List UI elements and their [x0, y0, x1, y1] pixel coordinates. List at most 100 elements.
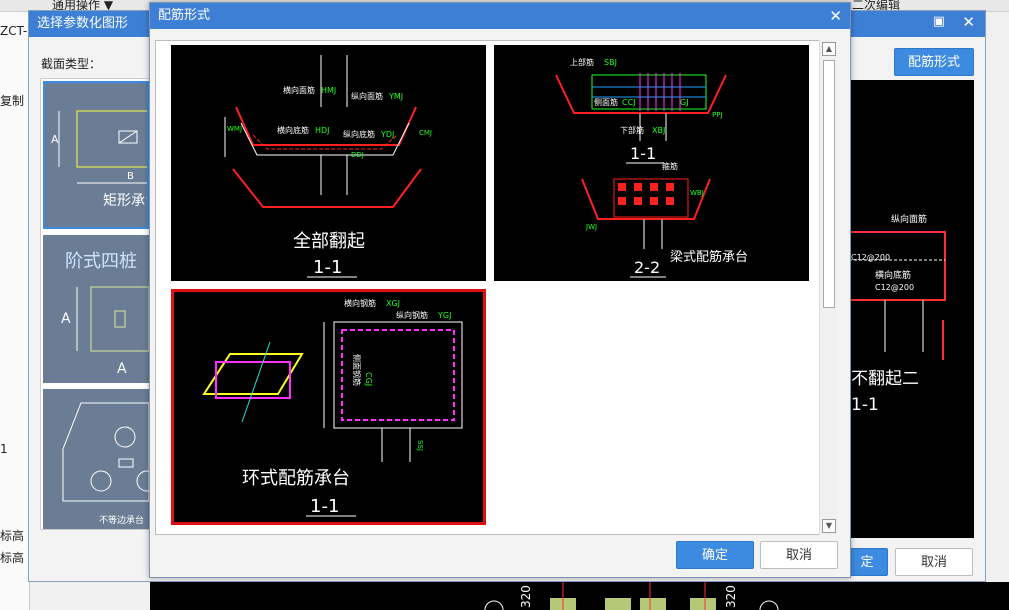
code-ssj: SSJ [416, 440, 424, 451]
rebar-dialog-title-text: 配筋形式 [158, 8, 211, 23]
bottom-dim-label: 320 [724, 585, 738, 608]
section-outline [232, 168, 422, 208]
option-beam-type-drawing: 上部筋 SBJ 侧面筋 CCJ 下部筋 XBJ GJ PPJ 1-1 箍筋 WB… [555, 57, 748, 278]
code-cmj: CMJ [419, 129, 432, 137]
right-text: 横向底筋 [875, 269, 911, 281]
param-preview-canvas: 纵向面筋 横向底筋 C12@200 C12@200 不翻起二 1-1 [849, 80, 974, 538]
thumb-rect-cap[interactable]: A B 矩形承台 [43, 81, 149, 229]
beam-outline [555, 74, 727, 114]
axis-bubble-right [759, 600, 779, 610]
cad-bottom-strip: 320 320 [484, 582, 779, 610]
thumb-unequal-cap[interactable]: 不等边承台 [43, 389, 149, 529]
left-row-elevation-2: 标高 [0, 551, 25, 565]
code-top: SBJ [604, 58, 617, 67]
param-cancel-button[interactable]: 取消 [895, 548, 973, 576]
code-jwj: JWJ [585, 223, 597, 231]
scroll-up-icon[interactable]: ▲ [822, 42, 836, 56]
option-caption: 梁式配筋承台 [670, 249, 748, 265]
label-stirrup: 箍筋 [662, 161, 678, 171]
dim-a-label: A [51, 133, 59, 146]
option-beam-type[interactable]: 上部筋 SBJ 侧面筋 CCJ 下部筋 XBJ GJ PPJ 1-1 箍筋 WB… [494, 45, 809, 281]
pile-circle [136, 470, 149, 492]
code-wbj: WBJ [690, 189, 704, 197]
thumb-label: 不等边承台 [99, 514, 144, 526]
column-block [640, 598, 666, 610]
pile-circle [114, 426, 136, 448]
section-b: 2-2 [634, 258, 660, 277]
option-all-bent-up[interactable]: 横向面筋 HMJ 纵向面筋 YMJ 横向底筋 HDJ 纵向底筋 YDJ CMJ … [171, 45, 486, 281]
code-bot-h: HDJ [315, 126, 330, 135]
option-caption: 环式配筋承台 [242, 468, 350, 489]
option-section: 1-1 [310, 496, 339, 517]
section-outline [581, 178, 711, 220]
axis-bubble-left [484, 600, 504, 610]
right-caption: 不翻起二 [851, 369, 919, 389]
option-section: 1-1 [313, 257, 342, 278]
code-top-v: YMJ [388, 92, 403, 101]
stepped-cap-preview: 阶式四桩 A A [61, 251, 149, 377]
code-bot-v: YDJ [380, 130, 394, 139]
section-a: 1-1 [630, 144, 656, 163]
label-side: 侧面筋 [594, 97, 618, 107]
cad-drawing-bottom: 320 320 [150, 582, 1009, 610]
option-ring-type[interactable]: 横向钢筋 XGJ 纵向钢筋 YGJ 侧面钢筋 CGJ SSJ 环式配筋承台 1-… [171, 289, 486, 525]
scroll-down-icon[interactable]: ▼ [822, 519, 836, 533]
code-side: CCJ [622, 98, 636, 107]
close-icon[interactable]: ✕ [829, 3, 842, 29]
code-ddj: DDJ [351, 151, 364, 159]
left-row-elevation-1: 标高 [0, 529, 25, 543]
thumb-stepped-four-pile[interactable]: 阶式四桩 A A [43, 235, 149, 383]
rect-outline [76, 110, 147, 168]
rebar-dots [618, 183, 674, 205]
label-top: 上部筋 [570, 57, 594, 67]
label-hx: 横向钢筋 [344, 298, 376, 308]
stirrup-group [639, 73, 681, 111]
code-wmj: WMJ [227, 125, 242, 133]
code-hx: XGJ [386, 299, 400, 308]
rebar-dialog-title: 配筋形式 ✕ [150, 3, 850, 29]
param-ok-button[interactable]: 定 [846, 548, 888, 576]
param-preview-drawing: 纵向面筋 横向底筋 C12@200 C12@200 不翻起二 1-1 [849, 213, 946, 415]
label-top-h: 横向面筋 [283, 85, 315, 95]
unequal-cap-preview: 不等边承台 [62, 402, 149, 526]
label-zx: 纵向钢筋 [396, 310, 428, 320]
code-top-h: HMJ [321, 86, 336, 95]
outer-step [90, 286, 149, 352]
dim-a2-label: A [117, 361, 127, 377]
bottom-dim-label: 320 [519, 585, 533, 608]
option-all-bent-up-drawing: 横向面筋 HMJ 纵向面筋 YMJ 横向底筋 HDJ 纵向底筋 YDJ CMJ … [224, 55, 432, 278]
copy-button[interactable]: 复制 [0, 92, 24, 109]
dim-b-label: B [127, 171, 134, 182]
thumb-label: 阶式四桩 [65, 251, 137, 272]
close-icon[interactable]: ✕ [962, 13, 975, 31]
label-bot-h: 横向底筋 [277, 125, 309, 135]
hatch-line [118, 130, 138, 144]
thumb-label: 矩形承台 [103, 193, 149, 209]
label-cm: 侧面钢筋 [352, 354, 362, 386]
confirm-button[interactable]: 确定 [676, 541, 754, 569]
option-grid-scrollbar[interactable]: ▲ ▼ [819, 40, 837, 535]
ring-plane [202, 353, 304, 395]
bottom-rebar [252, 134, 398, 150]
right-text: 纵向面筋 [891, 213, 927, 225]
right-section: 1-1 [851, 395, 879, 415]
code-cm: CGJ [364, 372, 373, 386]
column-block [605, 598, 631, 610]
label-top-v: 纵向面筋 [351, 91, 383, 101]
scroll-thumb[interactable] [823, 60, 835, 308]
section-type-label: 截面类型： [41, 57, 102, 71]
label-bot-v: 纵向底筋 [343, 129, 375, 139]
label-bottom: 下部筋 [620, 125, 644, 135]
code-stirrup: GJ [680, 98, 689, 107]
dim-a-label: A [61, 311, 71, 327]
cancel-button[interactable]: 取消 [760, 541, 838, 569]
app-left-panel: ZCT-1 复制 1 标高 标高 [0, 12, 35, 610]
rebar-form-button[interactable]: 配筋形式 [894, 48, 974, 76]
code-ppj: PPJ [712, 111, 723, 119]
column-block [690, 598, 716, 610]
pile-circle [90, 470, 112, 492]
right-text: C12@200 [875, 283, 914, 292]
option-ring-type-drawing: 横向钢筋 XGJ 纵向钢筋 YGJ 侧面钢筋 CGJ SSJ 环式配筋承台 1-… [202, 298, 463, 517]
maximize-icon[interactable]: ▣ [933, 14, 945, 29]
column-mark [118, 458, 134, 468]
